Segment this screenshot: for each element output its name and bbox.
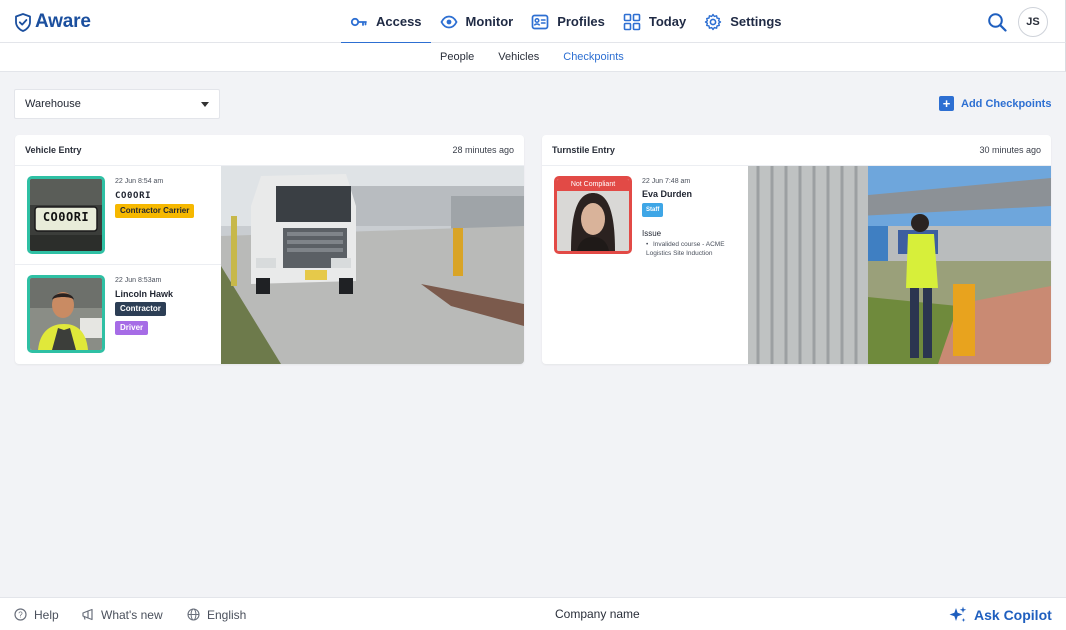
turnstile-camera-image bbox=[748, 166, 1051, 364]
help-label: Help bbox=[34, 607, 59, 622]
key-icon bbox=[350, 17, 367, 26]
issue-title: Issue bbox=[642, 229, 662, 238]
list-item[interactable]: Not Compliant 22 Jun 7:48 am Eva Durden … bbox=[542, 166, 748, 364]
issue-item: Invalided course - ACME Logistics Site I… bbox=[646, 241, 725, 257]
person-photo-image bbox=[30, 278, 102, 350]
entry-list: Not Compliant 22 Jun 7:48 am Eva Durden … bbox=[542, 166, 748, 364]
nav-settings[interactable]: Settings bbox=[695, 0, 790, 43]
location-select-value: Warehouse bbox=[25, 98, 81, 110]
sub-nav: People Vehicles Checkpoints bbox=[440, 43, 624, 72]
shield-check-icon bbox=[15, 12, 31, 32]
nav-profiles-label: Profiles bbox=[557, 14, 605, 29]
entry-name: Lincoln Hawk bbox=[115, 289, 174, 299]
card-body: Not Compliant 22 Jun 7:48 am Eva Durden … bbox=[542, 166, 1051, 364]
nav-access[interactable]: Access bbox=[341, 0, 431, 44]
entry-date: 22 Jun 7:48 am bbox=[642, 178, 691, 185]
footer: ? Help What's new English Company name A… bbox=[0, 597, 1066, 630]
checkpoint-card-vehicle-entry: Vehicle Entry 28 minutes ago CO0ORI 22 J… bbox=[15, 135, 524, 364]
gear-icon bbox=[705, 13, 722, 30]
nav-settings-label: Settings bbox=[730, 14, 782, 29]
checkpoint-title: Turnstile Entry bbox=[552, 145, 615, 155]
plate-photo: CO0ORI bbox=[27, 176, 105, 254]
search-icon[interactable] bbox=[987, 12, 1007, 32]
tab-checkpoints[interactable]: Checkpoints bbox=[563, 43, 624, 72]
person-photo bbox=[27, 275, 105, 353]
add-checkpoints-button[interactable]: + Add Checkpoints bbox=[939, 96, 1051, 111]
ask-copilot-button[interactable]: Ask Copilot bbox=[949, 598, 1052, 630]
top-nav-bar: Aware Access Monitor Profiles Today Sett… bbox=[0, 0, 1066, 44]
user-avatar[interactable]: JS bbox=[1018, 7, 1048, 37]
svg-text:?: ? bbox=[18, 610, 23, 619]
app-name: Aware bbox=[35, 11, 91, 32]
company-name: Company name bbox=[555, 607, 640, 621]
grid-icon bbox=[623, 13, 641, 30]
list-item[interactable]: 22 Jun 8:53am Lincoln Hawk Contractor Dr… bbox=[15, 264, 221, 363]
language-selector[interactable]: English bbox=[187, 598, 246, 630]
entry-date: 22 Jun 8:54 am bbox=[115, 178, 164, 185]
checkpoint-time: 30 minutes ago bbox=[979, 145, 1041, 155]
tab-vehicles[interactable]: Vehicles bbox=[498, 43, 539, 72]
bullet-icon: • bbox=[646, 241, 649, 248]
badge-contractor-carrier: Contractor Carrier bbox=[115, 204, 195, 218]
checkpoint-card-turnstile-entry: Turnstile Entry 30 minutes ago Not Compl… bbox=[542, 135, 1051, 364]
caret-down-icon bbox=[201, 102, 209, 107]
camera-snapshot[interactable] bbox=[748, 166, 1051, 364]
profile-card-icon bbox=[531, 14, 549, 29]
sub-nav-bar: People Vehicles Checkpoints bbox=[0, 43, 1066, 72]
list-item[interactable]: CO0ORI 22 Jun 8:54 am CO0ORI Contractor … bbox=[15, 166, 221, 265]
tab-people[interactable]: People bbox=[440, 43, 474, 72]
card-header: Vehicle Entry 28 minutes ago bbox=[15, 135, 524, 166]
plate-photo-text: CO0ORI bbox=[42, 210, 90, 224]
checkpoint-title: Vehicle Entry bbox=[25, 145, 82, 155]
help-icon: ? bbox=[14, 608, 27, 621]
plus-icon: + bbox=[939, 96, 954, 111]
location-select[interactable]: Warehouse bbox=[14, 89, 220, 119]
card-header: Turnstile Entry 30 minutes ago bbox=[542, 135, 1051, 166]
entry-plate: CO0ORI bbox=[115, 191, 152, 201]
entry-date: 22 Jun 8:53am bbox=[115, 277, 162, 284]
nav-today-label: Today bbox=[648, 14, 687, 29]
main-nav: Access Monitor Profiles Today Settings bbox=[341, 0, 791, 44]
help-link[interactable]: ? Help bbox=[14, 598, 59, 630]
nav-access-label: Access bbox=[376, 14, 422, 29]
person-photo: Not Compliant bbox=[554, 176, 632, 254]
entry-name: Eva Durden bbox=[642, 189, 693, 199]
whats-new-label: What's new bbox=[101, 607, 163, 622]
nav-profiles[interactable]: Profiles bbox=[522, 0, 614, 43]
ask-copilot-label: Ask Copilot bbox=[974, 606, 1052, 623]
nav-monitor-label: Monitor bbox=[465, 14, 514, 29]
app-logo[interactable]: Aware bbox=[14, 11, 91, 33]
nav-monitor[interactable]: Monitor bbox=[431, 0, 523, 43]
card-body: CO0ORI 22 Jun 8:54 am CO0ORI Contractor … bbox=[15, 166, 524, 364]
status-badge-not-compliant: Not Compliant bbox=[557, 179, 629, 191]
entry-list: CO0ORI 22 Jun 8:54 am CO0ORI Contractor … bbox=[15, 166, 221, 364]
badge-contractor: Contractor bbox=[115, 302, 166, 316]
checkpoint-time: 28 minutes ago bbox=[452, 145, 514, 155]
badge-driver: Driver bbox=[115, 321, 149, 335]
globe-icon bbox=[187, 608, 200, 621]
megaphone-icon bbox=[82, 608, 93, 621]
add-checkpoints-label: Add Checkpoints bbox=[961, 97, 1052, 110]
issue-list: • Invalided course - ACME Logistics Site … bbox=[646, 240, 730, 258]
whats-new-link[interactable]: What's new bbox=[81, 598, 163, 630]
camera-snapshot[interactable] bbox=[221, 166, 524, 364]
sparkle-icon bbox=[949, 606, 967, 622]
eye-icon bbox=[440, 15, 458, 28]
language-label: English bbox=[207, 607, 247, 622]
truck-camera-image bbox=[221, 166, 524, 364]
badge-staff: Staff bbox=[642, 203, 664, 217]
nav-today[interactable]: Today bbox=[614, 0, 695, 43]
